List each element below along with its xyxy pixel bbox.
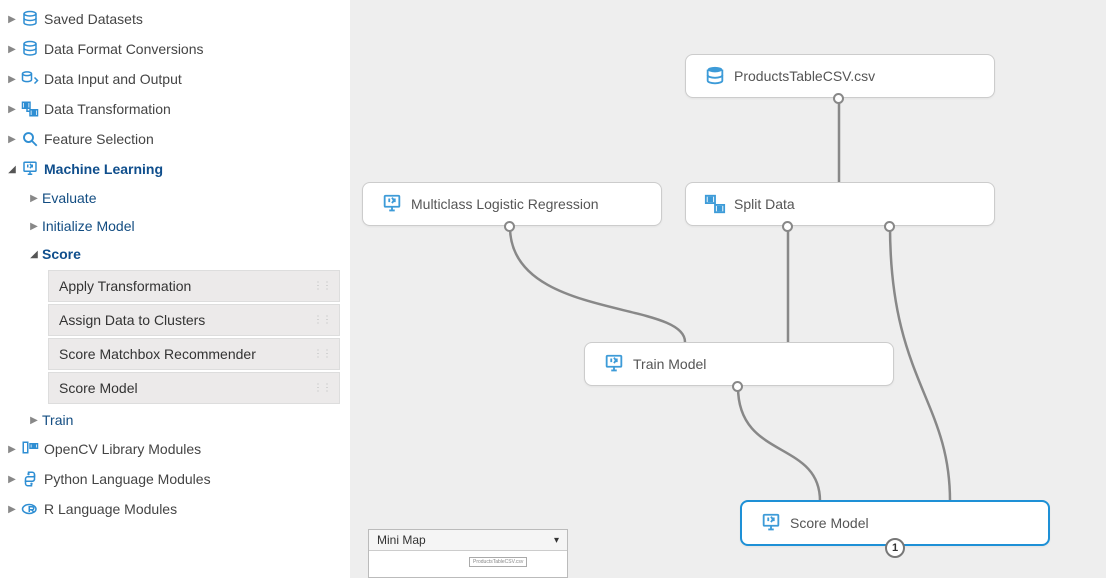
ml-icon (379, 193, 405, 215)
chevron-right-icon: ▶ (6, 74, 18, 85)
module-apply-transformation[interactable]: Apply Transformation ⋮⋮ (48, 270, 340, 302)
r-icon (18, 500, 42, 518)
grip-icon: ⋮⋮ (313, 315, 331, 326)
minimap-title: Mini Map (377, 533, 426, 547)
sidebar-item-data-format[interactable]: ▶ Data Format Conversions (0, 34, 350, 64)
port-number: 1 (892, 542, 898, 554)
dataset-icon (702, 65, 728, 87)
transform-icon (18, 100, 42, 118)
chevron-right-icon: ▶ (6, 134, 18, 145)
module-palette: ▶ Saved Datasets ▶ Data Format Conversio… (0, 0, 350, 578)
chevron-down-icon: ◢ (6, 164, 18, 175)
node-label: Multiclass Logistic Regression (405, 196, 599, 212)
grip-icon: ⋮⋮ (313, 383, 331, 394)
sidebar-item-python[interactable]: ▶ Python Language Modules (0, 464, 350, 494)
io-icon (18, 70, 42, 88)
grip-icon: ⋮⋮ (313, 281, 331, 292)
sidebar-item-feature-selection[interactable]: ▶ Feature Selection (0, 124, 350, 154)
sidebar-item-machine-learning[interactable]: ◢ Machine Learning (0, 154, 350, 184)
module-label: Apply Transformation (59, 278, 191, 294)
minimap-body: ProductsTableCSV.csv (369, 551, 567, 577)
minimap-node: ProductsTableCSV.csv (469, 557, 527, 567)
grip-icon: ⋮⋮ (313, 349, 331, 360)
module-assign-data-clusters[interactable]: Assign Data to Clusters ⋮⋮ (48, 304, 340, 336)
chevron-down-icon: ▾ (554, 535, 559, 546)
sidebar-item-opencv[interactable]: ▶ OpenCV Library Modules (0, 434, 350, 464)
sidebar-item-label: Train (40, 412, 73, 428)
module-label: Score Model (59, 380, 138, 396)
chevron-right-icon: ▶ (6, 504, 18, 515)
node-dataset[interactable]: ProductsTableCSV.csv (685, 54, 995, 98)
output-port[interactable] (782, 221, 793, 232)
search-icon (18, 130, 42, 148)
sidebar-item-label: Feature Selection (42, 131, 154, 147)
transform-icon (702, 193, 728, 215)
module-label: Assign Data to Clusters (59, 312, 205, 328)
sidebar-item-label: R Language Modules (42, 501, 177, 517)
chevron-right-icon: ▶ (6, 14, 18, 25)
node-label: Train Model (627, 356, 706, 372)
module-score-model[interactable]: Score Model ⋮⋮ (48, 372, 340, 404)
sidebar-item-label: Data Input and Output (42, 71, 182, 87)
module-label: Score Matchbox Recommender (59, 346, 256, 362)
chevron-right-icon: ▶ (6, 474, 18, 485)
chevron-right-icon: ▶ (28, 193, 40, 204)
dataset-icon (18, 40, 42, 58)
experiment-canvas[interactable]: ProductsTableCSV.csv Multiclass Logistic… (350, 0, 1106, 578)
chevron-right-icon: ▶ (6, 104, 18, 115)
chevron-right-icon: ▶ (28, 415, 40, 426)
sidebar-subitem-evaluate[interactable]: ▶ Evaluate (0, 184, 350, 212)
output-port[interactable] (884, 221, 895, 232)
sidebar-item-label: Python Language Modules (42, 471, 211, 487)
sidebar-item-label: Initialize Model (40, 218, 135, 234)
output-port[interactable] (504, 221, 515, 232)
chevron-right-icon: ▶ (6, 444, 18, 455)
node-split-data[interactable]: Split Data (685, 182, 995, 226)
dataset-icon (18, 10, 42, 28)
python-icon (18, 470, 42, 488)
chevron-down-icon: ◢ (28, 249, 40, 260)
output-port[interactable] (732, 381, 743, 392)
sidebar-item-r[interactable]: ▶ R Language Modules (0, 494, 350, 524)
sidebar-subitem-initialize-model[interactable]: ▶ Initialize Model (0, 212, 350, 240)
sidebar-item-label: Score (40, 246, 81, 262)
minimap[interactable]: Mini Map ▾ ProductsTableCSV.csv (368, 529, 568, 578)
sidebar-item-data-io[interactable]: ▶ Data Input and Output (0, 64, 350, 94)
output-port-numbered[interactable]: 1 (885, 538, 905, 558)
sidebar-item-label: Data Format Conversions (42, 41, 204, 57)
sidebar-item-label: Data Transformation (42, 101, 171, 117)
sidebar-subitem-train[interactable]: ▶ Train (0, 406, 350, 434)
sidebar-item-label: Saved Datasets (42, 11, 143, 27)
module-score-matchbox[interactable]: Score Matchbox Recommender ⋮⋮ (48, 338, 340, 370)
opencv-icon (18, 440, 42, 458)
node-label: Score Model (784, 515, 869, 531)
ml-icon (601, 353, 627, 375)
ml-icon (18, 160, 42, 178)
chevron-right-icon: ▶ (6, 44, 18, 55)
node-train-model[interactable]: Train Model (584, 342, 894, 386)
sidebar-subitem-score[interactable]: ◢ Score (0, 240, 350, 268)
node-multiclass-lr[interactable]: Multiclass Logistic Regression (362, 182, 662, 226)
node-label: Split Data (728, 196, 795, 212)
node-label: ProductsTableCSV.csv (728, 68, 875, 84)
sidebar-item-saved-datasets[interactable]: ▶ Saved Datasets (0, 4, 350, 34)
sidebar-item-data-transformation[interactable]: ▶ Data Transformation (0, 94, 350, 124)
sidebar-item-label: OpenCV Library Modules (42, 441, 201, 457)
minimap-header[interactable]: Mini Map ▾ (369, 530, 567, 551)
sidebar-item-label: Evaluate (40, 190, 96, 206)
output-port[interactable] (833, 93, 844, 104)
chevron-right-icon: ▶ (28, 221, 40, 232)
sidebar-item-label: Machine Learning (42, 161, 163, 177)
ml-icon (758, 512, 784, 534)
